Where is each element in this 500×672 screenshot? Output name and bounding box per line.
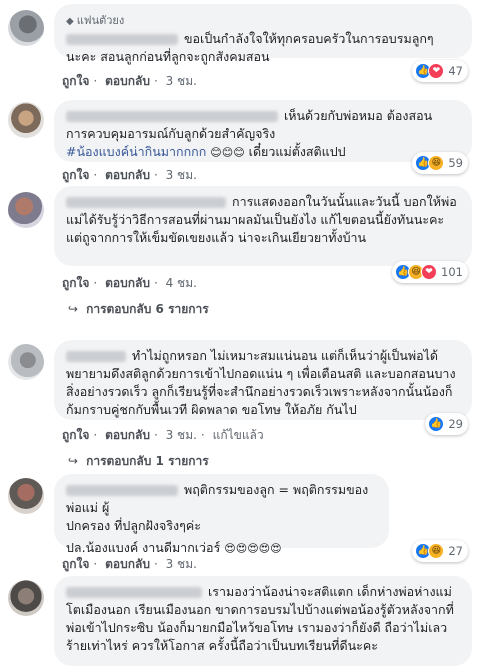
avatar[interactable] — [8, 10, 44, 46]
hashtag-link[interactable]: #น้องแบงค์น่ากินมากกกก — [66, 144, 206, 159]
comment-bubble: การแสดงออกในวันนั้นและวันนี้ บอกให้พ่อแม… — [54, 186, 472, 266]
avatar[interactable] — [8, 344, 44, 380]
author-name[interactable] — [66, 111, 278, 122]
comment-bubble: เห็นด้วยกับพ่อหมอ ต้องสอน การควบคุมอารมณ… — [54, 100, 472, 162]
comment-actions: ถูกใจ · ตอบกลับ · 3 ชม. — [62, 168, 197, 182]
like-icon: 👍 — [428, 416, 445, 432]
view-replies-link[interactable]: ↪ การตอบกลับ 6 รายการ — [68, 300, 209, 319]
author-name[interactable] — [66, 485, 178, 496]
reply-link[interactable]: ตอบกลับ — [105, 557, 150, 571]
comment-bubble: พฤติกรรมของลูก = พฤติกรรมของพ่อแม่ ผู้ ป… — [54, 474, 389, 555]
reaction-summary[interactable]: 👍 29 — [425, 413, 468, 435]
author-name[interactable] — [66, 587, 202, 598]
reply-link[interactable]: ตอบกลับ — [105, 74, 150, 88]
diamond-icon: ◆ — [66, 16, 74, 27]
view-replies-link[interactable]: ↪ การตอบกลับ 1 รายการ — [68, 452, 209, 471]
reaction-count: 29 — [448, 417, 463, 431]
avatar[interactable] — [8, 102, 44, 138]
like-link[interactable]: ถูกใจ — [62, 74, 89, 88]
comment-text-line3: ปล.น้องแบงค์ งานดีมากเว่อร์ — [66, 540, 221, 555]
haha-icon: 😆 — [428, 543, 445, 559]
reaction-summary[interactable]: 👍 😆 59 — [412, 152, 468, 174]
reaction-summary[interactable]: 👍 😆 ❤ 101 — [392, 261, 468, 283]
fan-badge: ◆ แฟนตัวยง — [66, 14, 125, 27]
love-icon: ❤ — [428, 63, 445, 79]
comment-bubble: เรามองว่าน้องน่าจะสติแตก เด็กห่างพ่อห่าง… — [54, 576, 472, 666]
author-name[interactable] — [66, 34, 178, 45]
comment-text: เห็นด้วยกับพ่อหมอ ต้องสอน — [284, 108, 433, 123]
like-link[interactable]: ถูกใจ — [62, 428, 89, 442]
emoji: 😊😊😊 — [210, 146, 245, 159]
timestamp[interactable]: 3 ชม. — [166, 168, 197, 182]
like-link[interactable]: ถูกใจ — [62, 557, 89, 571]
timestamp[interactable]: 4 ชม. — [166, 276, 197, 290]
emoji: 😍😍😍😍😍 — [224, 542, 282, 555]
comment-text-line2: การควบคุมอารมณ์กับลูกด้วยสำคัญจริง — [66, 126, 276, 141]
like-link[interactable]: ถูกใจ — [62, 168, 89, 182]
reaction-count: 59 — [448, 156, 463, 170]
love-icon: ❤ — [421, 264, 438, 280]
comment-actions: ถูกใจ · ตอบกลับ · 4 ชม. — [62, 276, 197, 290]
reaction-count: 47 — [448, 64, 463, 78]
reply-arrow-icon: ↪ — [68, 302, 79, 316]
comment-text-tail: เดี๋ยวแม่ตั้งสติแปป — [248, 144, 346, 159]
avatar[interactable] — [8, 580, 44, 616]
comment-bubble: ทำไม่ถูกหรอก ไม่เหมาะสมแน่นอน แต่ก็เห็นว… — [54, 340, 472, 420]
avatar[interactable] — [8, 478, 44, 514]
haha-icon: 😆 — [428, 155, 445, 171]
author-name[interactable] — [66, 197, 226, 208]
timestamp[interactable]: 3 ชม. — [166, 74, 197, 88]
comment-text-line2: ปกครอง ที่ปลูกฝังจริงๆค่ะ — [66, 518, 201, 533]
timestamp[interactable]: 3 ชม. — [166, 557, 197, 571]
like-link[interactable]: ถูกใจ — [62, 276, 89, 290]
reply-arrow-icon: ↪ — [68, 454, 79, 468]
comment-bubble: ◆ แฟนตัวยง ขอเป็นกำลังใจให้ทุกครอบครัวในก… — [54, 4, 472, 64]
comment-actions: ถูกใจ · ตอบกลับ · 3 ชม. — [62, 557, 197, 571]
reaction-summary[interactable]: 👍 ❤ 47 — [412, 60, 468, 82]
reply-link[interactable]: ตอบกลับ — [105, 168, 150, 182]
reaction-count: 27 — [448, 544, 463, 558]
reply-link[interactable]: ตอบกลับ — [105, 428, 150, 442]
edited-label[interactable]: แก้ไขแล้ว — [213, 428, 264, 442]
reaction-summary[interactable]: 👍 😆 27 — [412, 540, 468, 562]
reply-link[interactable]: ตอบกลับ — [105, 276, 150, 290]
avatar[interactable] — [8, 192, 44, 228]
comment-actions: ถูกใจ · ตอบกลับ · 3 ชม. · แก้ไขแล้ว — [62, 428, 264, 442]
reaction-count: 101 — [441, 265, 463, 279]
author-name[interactable] — [66, 351, 126, 362]
timestamp[interactable]: 3 ชม. — [166, 428, 197, 442]
comment-actions: ถูกใจ · ตอบกลับ · 3 ชม. — [62, 74, 197, 88]
